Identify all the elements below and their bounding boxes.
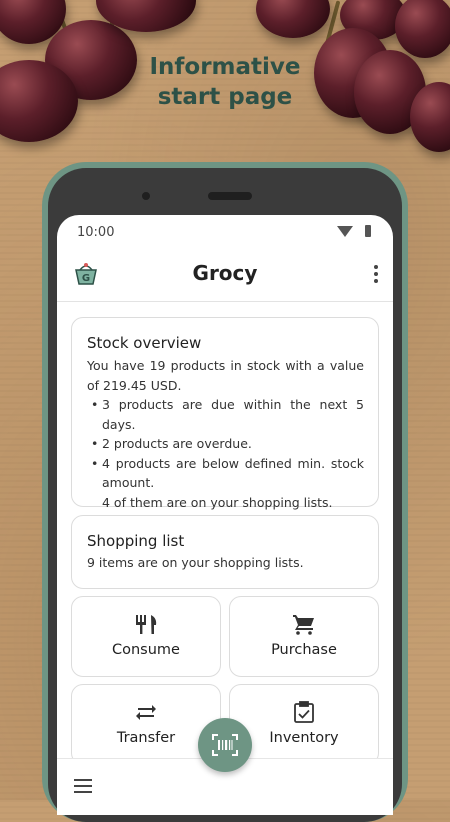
wifi-icon [337, 226, 353, 237]
stock-overview-title: Stock overview [87, 334, 202, 352]
inventory-button[interactable]: Inventory [229, 684, 379, 765]
clipboard-check-icon [294, 701, 314, 723]
status-bar: 10:00 [57, 215, 393, 249]
speaker [208, 192, 252, 200]
camera [142, 192, 150, 200]
app-bar: G Grocy [57, 249, 393, 302]
consume-button[interactable]: Consume [71, 596, 221, 677]
battery-icon [365, 225, 371, 237]
headline: Informative start page [149, 54, 301, 110]
stock-shopping-note: 4 of them are on your shopping lists. [102, 494, 333, 510]
status-time: 10:00 [77, 225, 115, 240]
app-title: Grocy [192, 261, 258, 285]
barcode-scan-icon [212, 734, 238, 756]
shopping-list-card[interactable]: Shopping list 9 items are on your shoppi… [71, 515, 379, 589]
stock-bullet-below-min: 4 products are below defined min. stock … [87, 454, 364, 493]
shopping-list-summary: 9 items are on your shopping lists. [87, 555, 304, 570]
purchase-button[interactable]: Purchase [229, 596, 379, 677]
inventory-label: Inventory [269, 730, 339, 746]
stock-overview-card[interactable]: Stock overview You have 19 products in s… [71, 317, 379, 510]
stock-bullet-list: 3 products are due within the next 5 day… [87, 395, 364, 493]
stock-summary: You have 19 products in stock with a val… [87, 358, 364, 393]
consume-label: Consume [112, 642, 180, 658]
stock-bullet-due: 3 products are due within the next 5 day… [87, 395, 364, 434]
cart-icon [293, 615, 314, 635]
fork-knife-icon [136, 615, 157, 634]
menu-icon[interactable] [74, 779, 92, 793]
purchase-label: Purchase [271, 642, 337, 658]
shopping-list-title: Shopping list [87, 532, 185, 550]
scan-barcode-button[interactable] [198, 718, 252, 772]
more-options-icon[interactable] [373, 265, 379, 285]
transfer-arrows-icon [136, 705, 156, 720]
stock-bullet-overdue: 2 products are overdue. [87, 434, 364, 454]
